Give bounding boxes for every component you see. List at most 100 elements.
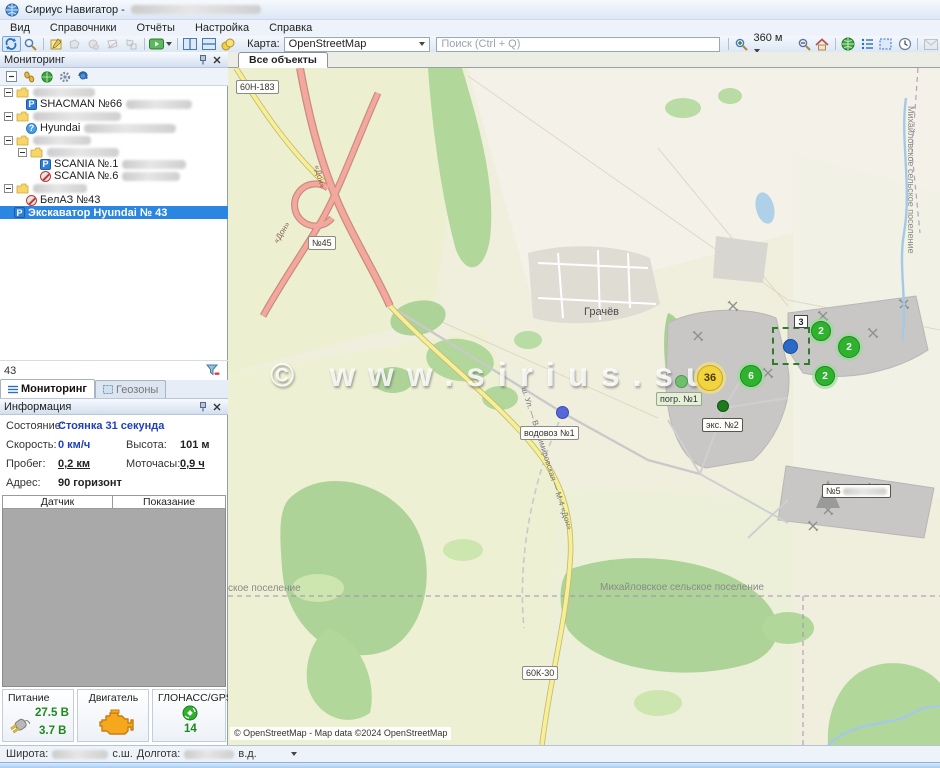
home-icon[interactable]	[813, 36, 832, 52]
tree-filter-row: 43	[0, 360, 228, 380]
gear-icon[interactable]	[58, 70, 72, 83]
object-label-vodovoz[interactable]: водовоз №1	[520, 426, 579, 440]
object-marker-pogr[interactable]	[675, 375, 688, 388]
expander-icon[interactable]	[18, 148, 27, 157]
tab-geozones[interactable]: Геозоны	[95, 380, 166, 398]
cluster-marker-green-2b[interactable]: 2	[838, 336, 860, 358]
status-bar: Широта: с.ш. Долгота: в.д.	[0, 745, 940, 762]
tree-row-vehicle-selected[interactable]: P Экскаватор Hyundai № 43	[0, 206, 228, 219]
tree-row-vehicle[interactable]: БелАЗ №43	[0, 194, 228, 206]
offline-status-icon	[40, 171, 51, 182]
engine-gauge-label: Двигатель	[78, 690, 148, 704]
close-icon[interactable]	[210, 53, 224, 66]
filter-icon[interactable]	[206, 364, 220, 377]
watermark: © www.sirius.su	[270, 356, 719, 394]
folder-icon	[16, 87, 29, 98]
menu-item-vid[interactable]: Вид	[0, 21, 40, 36]
selected-object-marker[interactable]	[783, 339, 798, 354]
menu-item-spravochniki[interactable]: Справочники	[40, 21, 127, 36]
pin-icon[interactable]	[196, 400, 210, 413]
engine-hours-value[interactable]: 0,9 ч	[180, 458, 205, 470]
mileage-label: Пробег:	[6, 458, 46, 470]
sensor-column-header[interactable]: Датчик	[3, 496, 113, 508]
tree-row-group[interactable]	[0, 182, 228, 194]
geozone-draw-icon[interactable]	[47, 36, 66, 52]
map-canvas[interactable]: © www.sirius.su © OpenStreetMap - Map da…	[228, 68, 940, 745]
expander-icon[interactable]	[4, 88, 13, 97]
search-icon[interactable]	[21, 36, 40, 52]
geozone-move-icon[interactable]	[84, 36, 103, 52]
expander-icon[interactable]	[4, 184, 13, 193]
object-marker-vodovoz[interactable]	[556, 406, 569, 419]
altitude-label: Высота:	[126, 439, 167, 451]
state-label: Состояние:	[6, 420, 64, 432]
time-icon[interactable]	[895, 36, 914, 52]
redacted-text	[122, 172, 180, 181]
gps-gauge-label: ГЛОНАСС/GPS	[153, 690, 225, 704]
pin-icon[interactable]	[196, 53, 210, 66]
cluster-marker-yellow[interactable]: 36	[697, 365, 723, 391]
value-column-header[interactable]: Показание	[113, 496, 225, 508]
settlement-label-partial: ское поселение	[228, 583, 301, 594]
expander-icon[interactable]	[4, 136, 13, 145]
tree-row-group[interactable]	[0, 134, 228, 146]
object-label-eks[interactable]: экс. №2	[702, 418, 743, 432]
globe-icon[interactable]	[839, 36, 858, 52]
road-label-60k30: 60К-30	[522, 666, 558, 680]
state-value: Стоянка 31 секунда	[58, 420, 164, 432]
tree-row-vehicle[interactable]: ? Hyundai	[0, 122, 228, 134]
menu-item-nastroika[interactable]: Настройка	[185, 21, 259, 36]
redacted-latitude	[52, 750, 108, 759]
tree-row-vehicle[interactable]: SCANIA №.6	[0, 170, 228, 182]
engine-icon	[96, 708, 134, 738]
tree-row-group[interactable]	[0, 86, 228, 98]
globe-small-icon[interactable]	[40, 70, 54, 83]
follow-object-icon[interactable]	[2, 36, 21, 52]
cluster-marker-green-2a[interactable]: 2	[811, 321, 831, 341]
track-player-icon[interactable]	[148, 36, 174, 52]
list-icon	[8, 385, 18, 394]
map-select[interactable]: OpenStreetMap	[284, 37, 431, 52]
geozone-icon	[103, 385, 113, 394]
split-vertical-icon[interactable]	[199, 36, 218, 52]
mileage-value[interactable]: 0,2 км	[58, 458, 90, 470]
tree-row-vehicle[interactable]: P SHACMAN №66	[0, 98, 228, 110]
redacted-text	[122, 160, 186, 169]
zoom-out-icon[interactable]	[794, 36, 813, 52]
search-input[interactable]	[436, 37, 719, 52]
payments-icon[interactable]	[218, 36, 237, 52]
object-marker-eks[interactable]	[717, 400, 729, 412]
select-region-icon[interactable]	[877, 36, 896, 52]
zoom-in-icon[interactable]	[732, 36, 751, 52]
close-icon[interactable]	[210, 400, 224, 413]
map-tab-all-objects[interactable]: Все объекты	[238, 52, 328, 68]
footprints-icon[interactable]	[22, 70, 36, 83]
collapse-all-icon[interactable]	[4, 70, 18, 83]
redacted-text	[33, 184, 87, 193]
menu-item-spravka[interactable]: Справка	[259, 21, 322, 36]
tree-row-group[interactable]	[0, 146, 228, 158]
window-title: Сириус Навигатор -	[25, 4, 125, 16]
menu-item-otchety[interactable]: Отчёты	[127, 21, 185, 36]
tree-filter-text[interactable]: 43	[4, 365, 16, 377]
operator-icon[interactable]	[76, 70, 90, 83]
geozone-merge-icon[interactable]	[122, 36, 141, 52]
folder-icon	[30, 147, 43, 158]
cluster-marker-green-6[interactable]: 6	[740, 365, 762, 387]
legend-icon[interactable]	[858, 36, 877, 52]
statusbar-dropdown-icon[interactable]	[291, 752, 297, 756]
tree-row-vehicle[interactable]: P SCANIA №.1	[0, 158, 228, 170]
power-gauge: Питание 27.5 В 3.7 В	[2, 689, 74, 742]
cluster-marker-green-2c[interactable]: 2	[815, 366, 835, 386]
map-tab-bar: Все объекты	[228, 52, 940, 68]
object-label-pogr[interactable]: погр. №1	[656, 392, 702, 406]
mail-icon[interactable]	[921, 36, 940, 52]
geozone-cut-icon[interactable]	[103, 36, 122, 52]
tab-monitoring[interactable]: Мониторинг	[0, 379, 95, 398]
geozone-edit-icon[interactable]	[66, 36, 85, 52]
map-select-label: Карта:	[247, 38, 280, 50]
tree-row-group[interactable]	[0, 110, 228, 122]
expander-icon[interactable]	[4, 112, 13, 121]
object-label-n5[interactable]: №5	[822, 484, 891, 498]
split-horizontal-icon[interactable]	[181, 36, 200, 52]
